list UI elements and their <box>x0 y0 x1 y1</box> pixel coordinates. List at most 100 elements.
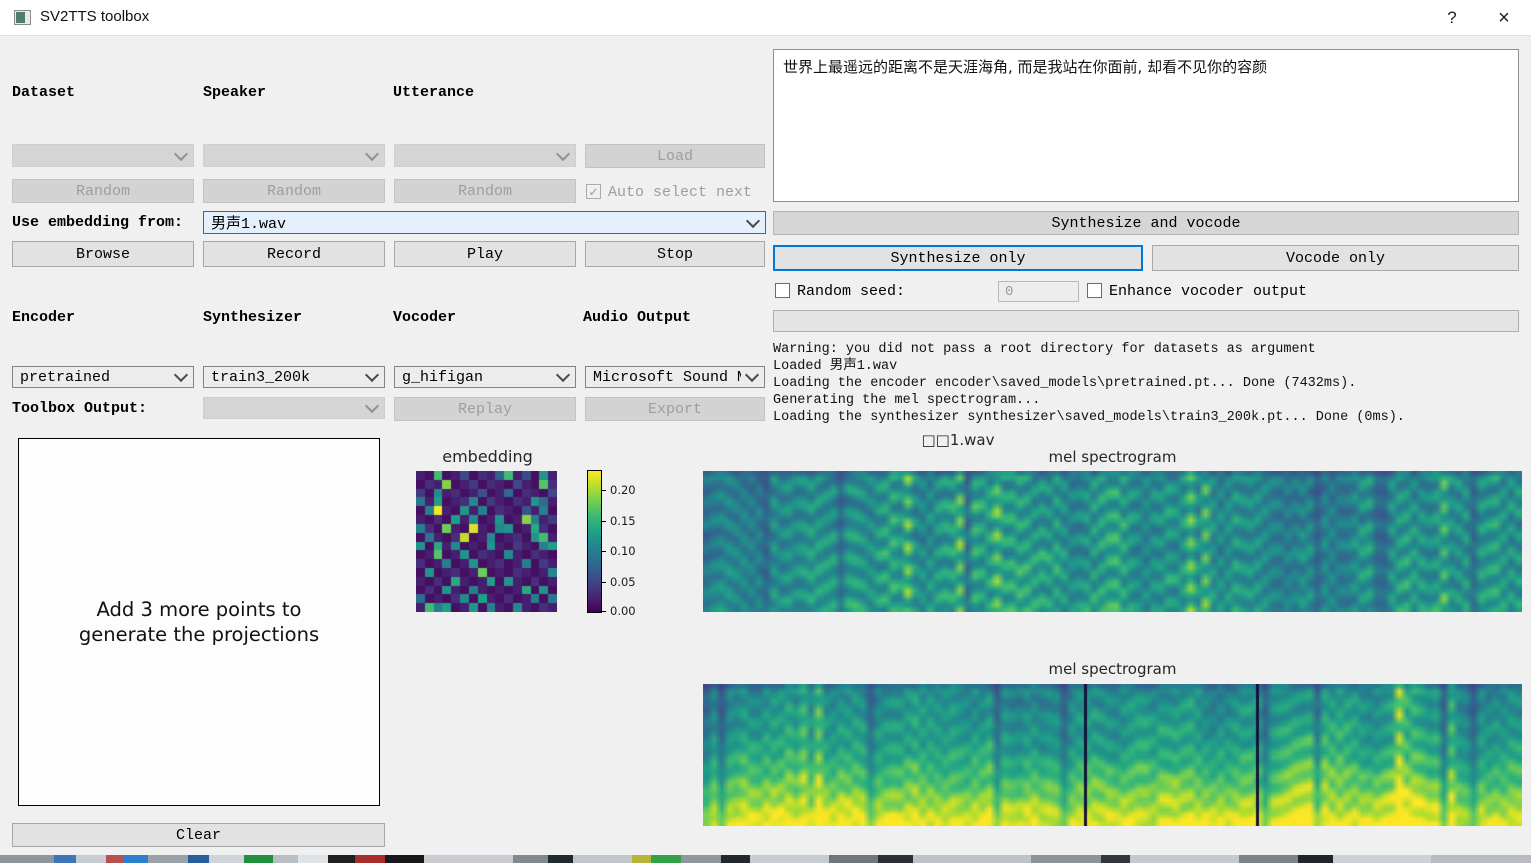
chevron-down-icon <box>745 368 759 382</box>
projections-message-line1: Add 3 more points to <box>97 597 302 622</box>
taskbar-strip-segment <box>750 855 829 863</box>
text-prompt-input[interactable]: 世界上最遥远的距离不是天涯海角, 而是我站在你面前, 却看不见你的容颜 <box>773 49 1519 202</box>
record-button[interactable]: Record <box>203 241 385 267</box>
stop-button[interactable]: Stop <box>585 241 765 267</box>
colorbar-tick-label: 0.15 <box>610 514 636 528</box>
random-utterance-button[interactable]: Random <box>394 179 576 203</box>
taskbar-strip-segment <box>1333 855 1432 863</box>
encoder-select[interactable]: pretrained <box>12 366 194 388</box>
vocode-only-button[interactable]: Vocode only <box>1152 245 1519 271</box>
mel-spectrogram-title-current: mel spectrogram <box>950 448 1275 466</box>
encoder-label: Encoder <box>12 309 75 326</box>
taskbar-strip-segment <box>1298 855 1333 863</box>
synthesizer-select-value: train3_200k <box>211 369 361 386</box>
app-icon <box>14 10 31 25</box>
random-seed-label: Random seed: <box>797 283 905 300</box>
taskbar-strip-segment <box>681 855 720 863</box>
chevron-down-icon <box>746 213 760 227</box>
dataset-label: Dataset <box>12 84 75 101</box>
mel-spectrogram-title-generated: mel spectrogram <box>950 660 1275 678</box>
export-button[interactable]: Export <box>585 397 765 421</box>
chevron-down-icon <box>556 146 570 160</box>
help-button[interactable]: ? <box>1435 5 1469 31</box>
taskbar-strip-segment <box>385 855 424 863</box>
projections-panel: Add 3 more points to generate the projec… <box>18 438 380 806</box>
vocoder-select[interactable]: g_hifigan <box>394 366 576 388</box>
colorbar-tick-labels: 0.200.150.100.050.00 <box>588 471 648 612</box>
colorbar-tick-label: 0.00 <box>610 604 636 618</box>
clear-button[interactable]: Clear <box>12 823 385 847</box>
taskbar-strip-segment <box>1431 855 1531 863</box>
taskbar-strip-segment <box>188 855 210 863</box>
taskbar-strip-segment <box>573 855 632 863</box>
chevron-down-icon <box>556 368 570 382</box>
embedding-heatmap <box>416 471 557 612</box>
colorbar-tick <box>602 582 606 583</box>
chevron-down-icon <box>174 368 188 382</box>
toolbox-output-select[interactable] <box>203 397 385 419</box>
chevron-down-icon <box>365 146 379 160</box>
taskbar-strip-segment <box>106 855 124 863</box>
audio-output-select-value: Microsoft Sound Mapp <box>593 369 741 386</box>
projections-message-line2: generate the projections <box>79 622 319 647</box>
replay-button[interactable]: Replay <box>394 397 576 421</box>
embedding-source-select[interactable]: 男声1.wav <box>203 211 766 234</box>
utterance-label: Utterance <box>393 84 474 101</box>
taskbar-strip-segment <box>1031 855 1100 863</box>
vocoder-select-value: g_hifigan <box>402 369 552 386</box>
synthesize-and-vocode-button[interactable]: Synthesize and vocode <box>773 211 1519 235</box>
taskbar-strip-segment <box>328 855 356 863</box>
taskbar-peek-strip <box>0 855 1531 863</box>
log-line: Loaded 男声1.wav <box>773 358 1523 375</box>
synthesizer-label: Synthesizer <box>203 309 302 326</box>
enhance-vocoder-checkbox[interactable] <box>1087 283 1102 298</box>
audio-output-label: Audio Output <box>583 309 691 326</box>
random-dataset-button[interactable]: Random <box>12 179 194 203</box>
log-line: Warning: you did not pass a root directo… <box>773 341 1523 358</box>
browse-button[interactable]: Browse <box>12 241 194 267</box>
taskbar-strip-segment <box>1239 855 1298 863</box>
taskbar-strip-segment <box>424 855 513 863</box>
colorbar-tick-label: 0.20 <box>610 483 636 497</box>
colorbar-tick <box>602 490 606 491</box>
random-speaker-button[interactable]: Random <box>203 179 385 203</box>
seed-input[interactable]: 0 <box>998 281 1079 302</box>
taskbar-strip-segment <box>244 855 274 863</box>
play-button[interactable]: Play <box>394 241 576 267</box>
synthesizer-select[interactable]: train3_200k <box>203 366 385 388</box>
taskbar-strip-segment <box>513 855 548 863</box>
taskbar-strip-segment <box>0 855 54 863</box>
audio-output-select[interactable]: Microsoft Sound Mapp <box>585 366 765 388</box>
embedding-source-value: 男声1.wav <box>211 212 742 233</box>
mel-spectrogram-current <box>703 471 1522 612</box>
colorbar-tick <box>602 611 606 612</box>
auto-select-checkbox[interactable]: ✓ <box>586 184 601 199</box>
taskbar-strip-segment <box>1101 855 1131 863</box>
use-embedding-label: Use embedding from: <box>12 214 183 231</box>
title-bar: SV2TTS toolbox ? × <box>0 0 1531 36</box>
taskbar-strip-segment <box>148 855 187 863</box>
app-window: SV2TTS toolbox ? × Dataset Speaker Utter… <box>0 0 1531 863</box>
vocoder-label: Vocoder <box>393 309 456 326</box>
taskbar-strip-segment <box>651 855 681 863</box>
dataset-select[interactable] <box>12 144 194 167</box>
taskbar-strip-segment <box>76 855 106 863</box>
mel-spectrogram-generated <box>703 684 1522 826</box>
taskbar-strip-segment <box>273 855 298 863</box>
random-seed-checkbox[interactable] <box>775 283 790 298</box>
log-line: Loading the synthesizer synthesizer\save… <box>773 409 1523 426</box>
close-button[interactable]: × <box>1487 5 1521 31</box>
toolbox-output-label: Toolbox Output: <box>12 400 147 417</box>
taskbar-strip-segment <box>298 855 328 863</box>
app-icon-image <box>16 12 25 23</box>
colorbar-tick <box>602 521 606 522</box>
speaker-select[interactable] <box>203 144 385 167</box>
taskbar-strip-segment <box>829 855 878 863</box>
load-button[interactable]: Load <box>585 144 765 168</box>
colorbar-tick-label: 0.05 <box>610 575 636 589</box>
colorbar-tick-label: 0.10 <box>610 544 636 558</box>
taskbar-strip-segment <box>123 855 148 863</box>
synthesize-only-button[interactable]: Synthesize only <box>773 245 1143 271</box>
utterance-select[interactable] <box>394 144 576 167</box>
log-line: Generating the mel spectrogram... <box>773 392 1523 409</box>
